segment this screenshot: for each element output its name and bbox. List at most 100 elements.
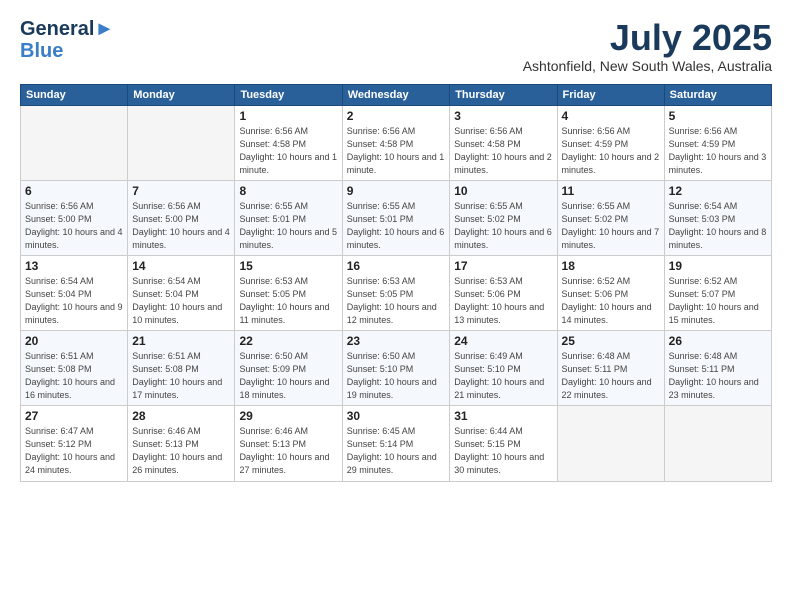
table-row: 4Sunrise: 6:56 AM Sunset: 4:59 PM Daylig… bbox=[557, 105, 664, 180]
day-info: Sunrise: 6:56 AM Sunset: 5:00 PM Dayligh… bbox=[25, 200, 123, 252]
table-row: 15 Sunrise: 6:53 AM Sunset: 5:05 PM Dayli… bbox=[235, 255, 342, 330]
table-row: 5Sunrise: 6:56 AM Sunset: 4:59 PM Daylig… bbox=[664, 105, 771, 180]
col-tuesday: Tuesday bbox=[235, 84, 342, 105]
day-info: Sunrise: 6:55 AM Sunset: 5:02 PM Dayligh… bbox=[454, 200, 552, 252]
table-row: 24 Sunrise: 6:49 AM Sunset: 5:10 PM Dayli… bbox=[450, 331, 557, 406]
col-saturday: Saturday bbox=[664, 84, 771, 105]
table-row: 13 Sunrise: 6:54 AM Sunset: 5:04 PM Dayli… bbox=[21, 255, 128, 330]
day-number: 22 bbox=[239, 334, 337, 348]
day-info: Sunrise: 6:55 AM Sunset: 5:02 PM Dayligh… bbox=[562, 200, 660, 252]
day-info: Sunrise: 6:53 AM Sunset: 5:06 PM Dayligh… bbox=[454, 275, 552, 327]
day-number: 9 bbox=[347, 184, 446, 198]
day-number: 24 bbox=[454, 334, 552, 348]
table-row: 8 Sunrise: 6:55 AM Sunset: 5:01 PM Daylig… bbox=[235, 180, 342, 255]
day-number: 29 bbox=[239, 409, 337, 423]
day-number: 28 bbox=[132, 409, 230, 423]
day-info: Sunrise: 6:51 AM Sunset: 5:08 PM Dayligh… bbox=[132, 350, 230, 402]
table-row: 9 Sunrise: 6:55 AM Sunset: 5:01 PM Daylig… bbox=[342, 180, 450, 255]
day-info: Sunrise: 6:52 AM Sunset: 5:06 PM Dayligh… bbox=[562, 275, 660, 327]
day-info: Sunrise: 6:53 AM Sunset: 5:05 PM Dayligh… bbox=[347, 275, 446, 327]
table-row: 11Sunrise: 6:55 AM Sunset: 5:02 PM Dayli… bbox=[557, 180, 664, 255]
day-info: Sunrise: 6:56 AM Sunset: 4:59 PM Dayligh… bbox=[562, 125, 660, 177]
day-info: Sunrise: 6:54 AM Sunset: 5:03 PM Dayligh… bbox=[669, 200, 767, 252]
day-number: 20 bbox=[25, 334, 123, 348]
calendar-week-row: 27 Sunrise: 6:47 AM Sunset: 5:12 PM Dayli… bbox=[21, 406, 772, 481]
table-row: 14 Sunrise: 6:54 AM Sunset: 5:04 PM Dayli… bbox=[128, 255, 235, 330]
location: Ashtonfield, New South Wales, Australia bbox=[523, 58, 772, 74]
title-block: July 2025 Ashtonfield, New South Wales, … bbox=[523, 18, 772, 74]
day-number: 6 bbox=[25, 184, 123, 198]
day-info: Sunrise: 6:56 AM Sunset: 4:58 PM Dayligh… bbox=[347, 125, 446, 177]
day-info: Sunrise: 6:54 AM Sunset: 5:04 PM Dayligh… bbox=[25, 275, 123, 327]
day-number: 23 bbox=[347, 334, 446, 348]
table-row: 21Sunrise: 6:51 AM Sunset: 5:08 PM Dayli… bbox=[128, 331, 235, 406]
calendar-week-row: 1 Sunrise: 6:56 AM Sunset: 4:58 PM Daylig… bbox=[21, 105, 772, 180]
day-number: 7 bbox=[132, 184, 230, 198]
day-info: Sunrise: 6:54 AM Sunset: 5:04 PM Dayligh… bbox=[132, 275, 230, 327]
table-row: 12 Sunrise: 6:54 AM Sunset: 5:03 PM Dayli… bbox=[664, 180, 771, 255]
calendar-week-row: 20 Sunrise: 6:51 AM Sunset: 5:08 PM Dayli… bbox=[21, 331, 772, 406]
day-number: 2 bbox=[347, 109, 446, 123]
header: General► Blue July 2025 Ashtonfield, New… bbox=[20, 18, 772, 74]
day-info: Sunrise: 6:55 AM Sunset: 5:01 PM Dayligh… bbox=[347, 200, 446, 252]
day-number: 15 bbox=[239, 259, 337, 273]
day-number: 31 bbox=[454, 409, 552, 423]
table-row: 16 Sunrise: 6:53 AM Sunset: 5:05 PM Dayli… bbox=[342, 255, 450, 330]
day-info: Sunrise: 6:46 AM Sunset: 5:13 PM Dayligh… bbox=[239, 425, 337, 477]
table-row bbox=[664, 406, 771, 481]
table-row: 7Sunrise: 6:56 AM Sunset: 5:00 PM Daylig… bbox=[128, 180, 235, 255]
table-row bbox=[128, 105, 235, 180]
day-info: Sunrise: 6:55 AM Sunset: 5:01 PM Dayligh… bbox=[239, 200, 337, 252]
day-number: 10 bbox=[454, 184, 552, 198]
day-info: Sunrise: 6:45 AM Sunset: 5:14 PM Dayligh… bbox=[347, 425, 446, 477]
day-info: Sunrise: 6:47 AM Sunset: 5:12 PM Dayligh… bbox=[25, 425, 123, 477]
col-thursday: Thursday bbox=[450, 84, 557, 105]
day-info: Sunrise: 6:52 AM Sunset: 5:07 PM Dayligh… bbox=[669, 275, 767, 327]
logo-general: General► bbox=[20, 18, 114, 40]
table-row: 17 Sunrise: 6:53 AM Sunset: 5:06 PM Dayli… bbox=[450, 255, 557, 330]
day-number: 1 bbox=[239, 109, 337, 123]
day-number: 14 bbox=[132, 259, 230, 273]
day-info: Sunrise: 6:49 AM Sunset: 5:10 PM Dayligh… bbox=[454, 350, 552, 402]
table-row: 25 Sunrise: 6:48 AM Sunset: 5:11 PM Dayli… bbox=[557, 331, 664, 406]
calendar-header-row: Sunday Monday Tuesday Wednesday Thursday… bbox=[21, 84, 772, 105]
day-info: Sunrise: 6:50 AM Sunset: 5:09 PM Dayligh… bbox=[239, 350, 337, 402]
day-info: Sunrise: 6:44 AM Sunset: 5:15 PM Dayligh… bbox=[454, 425, 552, 477]
col-friday: Friday bbox=[557, 84, 664, 105]
day-number: 25 bbox=[562, 334, 660, 348]
day-number: 17 bbox=[454, 259, 552, 273]
table-row: 27 Sunrise: 6:47 AM Sunset: 5:12 PM Dayli… bbox=[21, 406, 128, 481]
table-row: 29 Sunrise: 6:46 AM Sunset: 5:13 PM Dayli… bbox=[235, 406, 342, 481]
day-number: 3 bbox=[454, 109, 552, 123]
day-info: Sunrise: 6:48 AM Sunset: 5:11 PM Dayligh… bbox=[562, 350, 660, 402]
calendar-table: Sunday Monday Tuesday Wednesday Thursday… bbox=[20, 84, 772, 482]
table-row: 3 Sunrise: 6:56 AM Sunset: 4:58 PM Daylig… bbox=[450, 105, 557, 180]
table-row bbox=[557, 406, 664, 481]
day-info: Sunrise: 6:50 AM Sunset: 5:10 PM Dayligh… bbox=[347, 350, 446, 402]
day-number: 8 bbox=[239, 184, 337, 198]
col-wednesday: Wednesday bbox=[342, 84, 450, 105]
col-sunday: Sunday bbox=[21, 84, 128, 105]
page: General► Blue July 2025 Ashtonfield, New… bbox=[0, 0, 792, 612]
table-row: 6 Sunrise: 6:56 AM Sunset: 5:00 PM Daylig… bbox=[21, 180, 128, 255]
day-number: 27 bbox=[25, 409, 123, 423]
day-info: Sunrise: 6:46 AM Sunset: 5:13 PM Dayligh… bbox=[132, 425, 230, 477]
calendar-week-row: 13 Sunrise: 6:54 AM Sunset: 5:04 PM Dayli… bbox=[21, 255, 772, 330]
day-number: 13 bbox=[25, 259, 123, 273]
table-row: 31 Sunrise: 6:44 AM Sunset: 5:15 PM Dayli… bbox=[450, 406, 557, 481]
table-row: 10 Sunrise: 6:55 AM Sunset: 5:02 PM Dayli… bbox=[450, 180, 557, 255]
table-row: 23 Sunrise: 6:50 AM Sunset: 5:10 PM Dayli… bbox=[342, 331, 450, 406]
day-number: 30 bbox=[347, 409, 446, 423]
table-row bbox=[21, 105, 128, 180]
day-info: Sunrise: 6:53 AM Sunset: 5:05 PM Dayligh… bbox=[239, 275, 337, 327]
logo: General► Blue bbox=[20, 18, 114, 62]
day-number: 16 bbox=[347, 259, 446, 273]
day-info: Sunrise: 6:48 AM Sunset: 5:11 PM Dayligh… bbox=[669, 350, 767, 402]
day-number: 12 bbox=[669, 184, 767, 198]
table-row: 26Sunrise: 6:48 AM Sunset: 5:11 PM Dayli… bbox=[664, 331, 771, 406]
day-info: Sunrise: 6:56 AM Sunset: 4:59 PM Dayligh… bbox=[669, 125, 767, 177]
day-number: 19 bbox=[669, 259, 767, 273]
table-row: 18Sunrise: 6:52 AM Sunset: 5:06 PM Dayli… bbox=[557, 255, 664, 330]
day-info: Sunrise: 6:56 AM Sunset: 4:58 PM Dayligh… bbox=[454, 125, 552, 177]
table-row: 19 Sunrise: 6:52 AM Sunset: 5:07 PM Dayli… bbox=[664, 255, 771, 330]
